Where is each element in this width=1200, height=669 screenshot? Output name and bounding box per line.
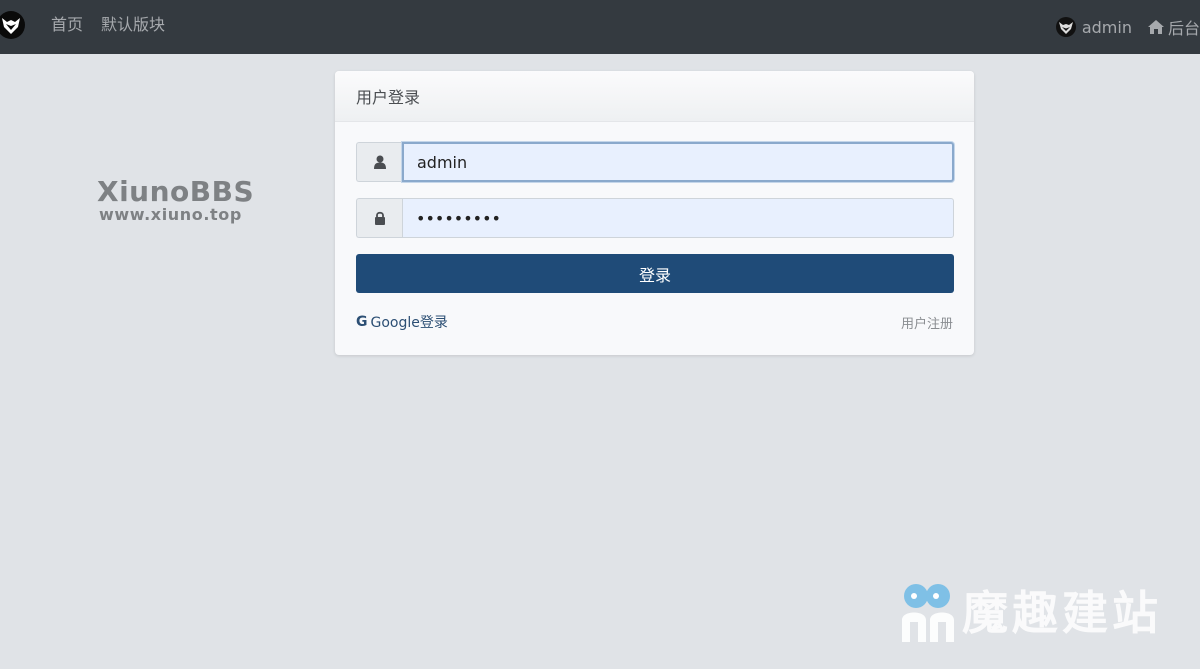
password-input-group xyxy=(356,198,954,238)
username-addon xyxy=(356,142,402,182)
google-icon: G xyxy=(356,314,368,330)
nav-admin-link[interactable]: 后台 xyxy=(1147,15,1200,39)
username-input[interactable] xyxy=(402,142,954,182)
google-login-link[interactable]: G Google登录 xyxy=(356,312,448,332)
password-addon xyxy=(356,198,402,238)
register-link[interactable]: 用户注册 xyxy=(901,313,953,332)
site-logo-icon[interactable] xyxy=(0,10,25,40)
watermark-logo-icon xyxy=(902,584,954,642)
brand-url: www.xiuno.top xyxy=(99,205,242,224)
nav-user-link[interactable]: admin xyxy=(1055,17,1132,37)
nav-right: admin 后台 xyxy=(1055,0,1200,54)
google-login-label: Google登录 xyxy=(370,315,448,331)
user-avatar-icon xyxy=(1055,17,1076,37)
user-icon xyxy=(373,155,386,169)
watermark: 魔趣建站 xyxy=(900,582,1190,644)
login-button[interactable]: 登录 xyxy=(356,254,954,293)
watermark-text: 魔趣建站 xyxy=(962,586,1162,640)
lock-icon xyxy=(374,211,385,225)
login-card-header: 用户登录 xyxy=(335,71,974,122)
nav-admin-label: 后台 xyxy=(1167,19,1200,38)
brand-title: XiunoBBS xyxy=(97,175,255,208)
top-navbar: 首页 默认版块 admin 后台 xyxy=(0,0,1200,54)
login-card: 用户登录 登录 G Google登录 用户注册 xyxy=(335,71,974,355)
nav-default-forum-link[interactable]: 默认版块 xyxy=(101,15,165,35)
password-input[interactable] xyxy=(402,198,954,238)
home-icon xyxy=(1147,20,1164,34)
nav-home-link[interactable]: 首页 xyxy=(51,15,83,35)
login-title: 用户登录 xyxy=(356,88,421,107)
nav-username: admin xyxy=(1081,17,1132,37)
username-input-group xyxy=(356,142,954,182)
brand-logo: XiunoBBS www.xiuno.top xyxy=(97,176,267,224)
